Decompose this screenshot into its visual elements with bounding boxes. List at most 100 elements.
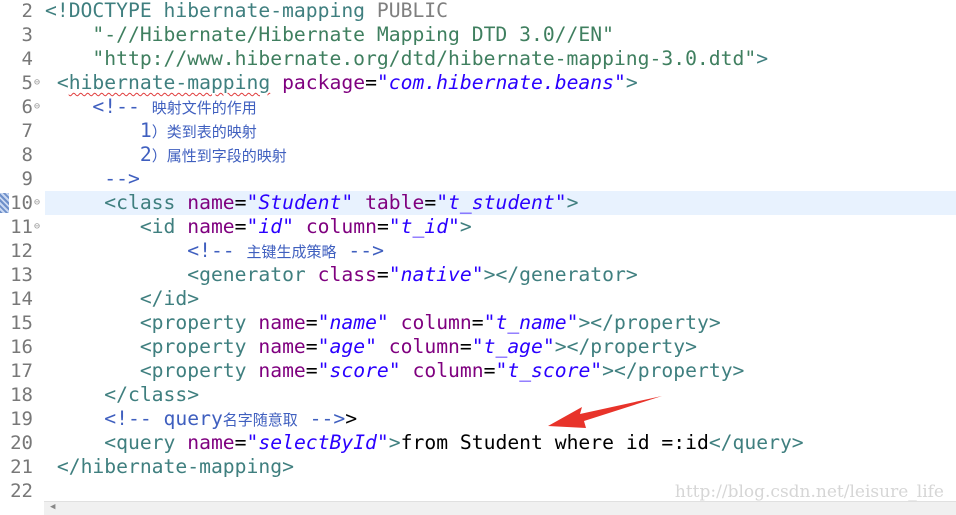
code-line[interactable]: 14 </id>	[0, 287, 956, 311]
token-cmt: -->	[297, 407, 346, 430]
code-line[interactable]: 13 <generator class="native"></generator…	[0, 263, 956, 287]
horizontal-scrollbar[interactable]: ◀	[44, 501, 956, 515]
token-str: "t_name"	[483, 311, 579, 334]
token-tag: </hibernate-mapping>	[56, 455, 294, 478]
code-line[interactable]: 16 <property name="age" column="t_age"><…	[0, 335, 956, 359]
line-number: 11	[10, 216, 33, 238]
fold-collapse-icon[interactable]: ⊖	[34, 215, 40, 239]
code-line[interactable]: 8 2）属性到字段的映射	[0, 143, 956, 167]
token-attr: name	[258, 359, 306, 382]
code-line[interactable]: 18 </class>	[0, 383, 956, 407]
code-line[interactable]: 5 ⊖ <hibernate-mapping package="com.hiber…	[0, 71, 956, 95]
token-tag: hibernate-mapping	[68, 71, 271, 94]
token-cjk: ）属性到字段的映射	[151, 147, 287, 165]
scroll-left-arrow-icon[interactable]: ◀	[50, 502, 55, 512]
token-dstr: "http://www.hibernate.org/dtd/hibernate-…	[92, 47, 757, 70]
code-text: <property name="name" column="t_name"></…	[45, 311, 956, 335]
fold-collapse-icon[interactable]: ⊖	[34, 71, 40, 95]
code-line[interactable]: 21 </hibernate-mapping>	[0, 455, 956, 479]
token-str: "com.hibernate.beans"	[376, 71, 626, 94]
token-cjk: 名字随意取	[222, 411, 298, 429]
token-txt: =	[459, 335, 472, 358]
token-tag: <property	[139, 311, 247, 334]
token-dstr: "-//Hibernate/Hibernate Mapping DTD 3.0/…	[92, 23, 614, 46]
token-attr: name	[258, 311, 306, 334]
code-line[interactable]: 15 <property name="name" column="t_name"…	[0, 311, 956, 335]
token-cmt: <!--	[92, 95, 152, 118]
token-str: "name"	[317, 311, 389, 334]
code-line[interactable]: 4 "http://www.hibernate.org/dtd/hibernat…	[0, 47, 956, 71]
token-cmt: -->	[336, 239, 384, 262]
token-txt: =	[234, 215, 247, 238]
code-line[interactable]: 12 <!-- 主键生成策略 -->	[0, 239, 956, 263]
code-line[interactable]: 3 "-//Hibernate/Hibernate Mapping DTD 3.…	[0, 23, 956, 47]
code-text: <hibernate-mapping package="com.hibernat…	[45, 71, 956, 95]
line-number: 16	[10, 336, 33, 358]
token-txt: =	[424, 191, 437, 214]
fold-collapse-icon[interactable]: ⊖	[34, 95, 40, 119]
token-tag: <property	[139, 359, 247, 382]
code-line[interactable]: 10 ⊖ <class name="Student" table="t_stude…	[0, 191, 956, 215]
token-tag: </query>	[708, 431, 804, 454]
line-number: 15	[10, 312, 33, 334]
token-dtp: PUBLIC	[365, 0, 449, 22]
line-number: 2	[21, 0, 33, 22]
token-txt: =	[305, 359, 318, 382]
code-line[interactable]: 17 <property name="score" column="t_scor…	[0, 359, 956, 383]
line-number: 22	[10, 480, 33, 502]
token-attr: column	[412, 359, 484, 382]
line-number: 3	[21, 24, 33, 46]
token-attr: column	[400, 311, 472, 334]
line-number: 12	[10, 240, 33, 262]
token-cjk: 映射文件的作用	[151, 99, 257, 117]
code-line[interactable]: 11 ⊖ <id name="id" column="t_id">	[0, 215, 956, 239]
token-cjk: 主键生成策略	[246, 243, 337, 261]
code-text: -->	[45, 167, 956, 191]
code-line[interactable]: 20 <query name="selectById">from Student…	[0, 431, 956, 455]
fold-collapse-icon[interactable]: ⊖	[34, 191, 40, 215]
token-attr: column	[388, 335, 460, 358]
code-line[interactable]: 19 <!-- query名字随意取 -->>	[0, 407, 956, 431]
line-number: 21	[10, 456, 33, 478]
token-str: "t_student"	[436, 191, 567, 214]
token-cmt: <!-- query	[104, 407, 223, 430]
token-txt: =	[365, 71, 377, 94]
token-txt: =	[234, 431, 247, 454]
token-str: "selectById"	[246, 431, 389, 454]
code-line[interactable]: 6 ⊖ <!-- 映射文件的作用	[0, 95, 956, 119]
line-number: 8	[21, 144, 33, 166]
token-txt: =	[376, 215, 389, 238]
token-cmt: <!--	[187, 239, 247, 262]
token-txt: =	[234, 191, 247, 214]
token-str: "age"	[317, 335, 377, 358]
line-number: 18	[10, 384, 33, 406]
token-str: "Student"	[246, 191, 354, 214]
line-number: 17	[10, 360, 33, 382]
code-text: <id name="id" column="t_id">	[45, 215, 956, 239]
token-tag: ></property>	[578, 311, 721, 334]
watermark: http://blog.csdn.net/leisure_life	[674, 482, 944, 502]
code-text: <!-- query名字随意取 -->>	[45, 407, 956, 431]
code-line[interactable]: 9 -->	[0, 167, 956, 191]
token-tag: </id>	[139, 287, 200, 310]
token-cmt: -->	[104, 167, 140, 190]
token-txt: =	[305, 335, 318, 358]
code-text: <property name="age" column="t_age"></pr…	[45, 335, 956, 359]
code-text: <!DOCTYPE hibernate-mapping PUBLIC	[45, 0, 956, 23]
code-line[interactable]: 7 1）类到表的映射	[0, 119, 956, 143]
code-text: <!-- 映射文件的作用	[45, 95, 956, 119]
token-tag: </class>	[104, 383, 200, 406]
token-attr: column	[305, 215, 377, 238]
code-line[interactable]: 2 <!DOCTYPE hibernate-mapping PUBLIC	[0, 0, 956, 23]
line-number: 9	[21, 168, 33, 190]
line-number: 4	[21, 48, 33, 70]
token-tag: >	[756, 47, 769, 70]
